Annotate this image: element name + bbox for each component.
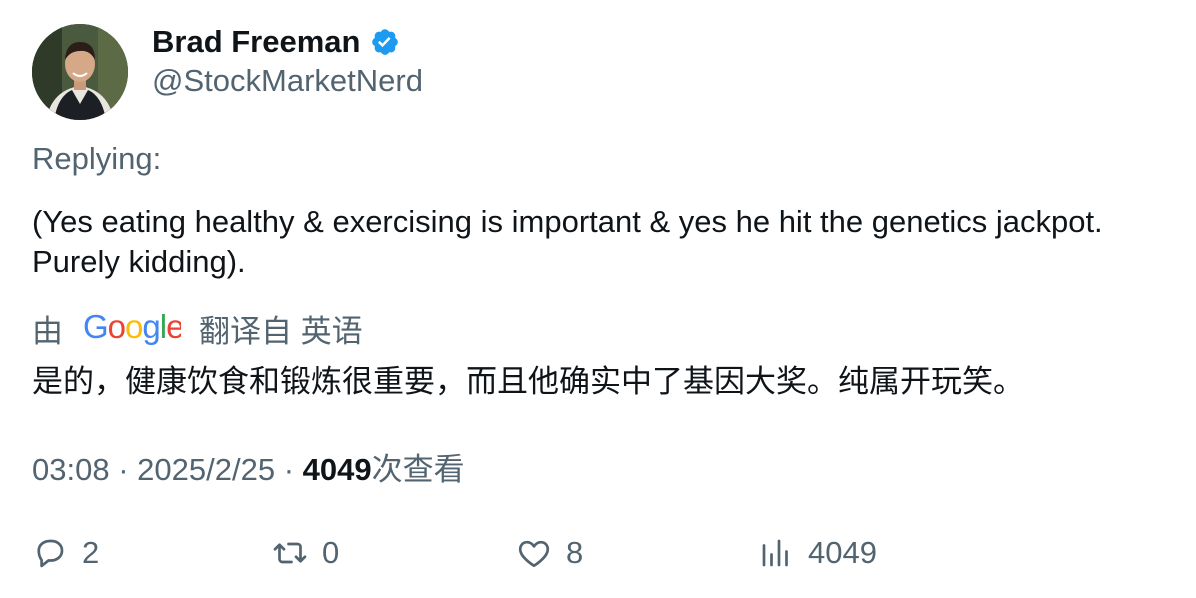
heart-icon	[518, 540, 550, 568]
retweet-button[interactable]: 0	[272, 532, 339, 574]
views-count: 4049	[302, 452, 372, 487]
svg-text:Google: Google	[83, 308, 181, 345]
avatar[interactable]	[32, 24, 128, 120]
tweet-date[interactable]: 2025/2/25	[137, 452, 275, 487]
like-button[interactable]: 8	[516, 532, 583, 574]
tweet-text-line: (Yes eating healthy & exercising is impo…	[32, 204, 1103, 239]
analytics-icon	[762, 539, 788, 567]
author-name[interactable]: Brad Freeman	[152, 24, 360, 60]
reply-count: 2	[82, 535, 100, 570]
reply-button[interactable]: 2	[32, 532, 99, 574]
translation-attribution[interactable]: 由 Google 翻译自 英语	[32, 307, 363, 349]
like-count: 8	[566, 535, 584, 570]
views-label: 次查看	[371, 452, 465, 487]
tweet-meta: 03:08 · 2025/2/25 · 4049次查看	[32, 444, 465, 489]
tweet-time[interactable]: 03:08	[32, 452, 110, 487]
tweet-text: (Yes eating healthy & exercising is impo…	[32, 202, 1172, 282]
translation-suffix: 翻译自 英语	[199, 313, 363, 349]
tweet-text-line: Purely kidding).	[32, 244, 246, 279]
meta-separator: ·	[283, 452, 295, 487]
views-action-count: 4049	[808, 535, 877, 570]
translation-prefix: 由	[32, 313, 63, 349]
meta-separator: ·	[118, 452, 129, 487]
views-button[interactable]: 4049	[758, 532, 877, 574]
replying-label: Replying:	[32, 141, 162, 176]
translated-text: 是的，健康饮食和锻炼很重要，而且他确实中了基因大奖。纯属开玩笑。	[32, 364, 1024, 399]
author-name-row: Brad Freeman	[152, 22, 400, 62]
retweet-count: 0	[322, 535, 340, 570]
reply-icon	[37, 539, 64, 568]
retweet-icon	[273, 542, 307, 564]
author-handle[interactable]: @StockMarketNerd	[152, 63, 423, 99]
verified-badge-icon	[370, 27, 400, 57]
google-logo-icon: Google	[83, 308, 181, 345]
